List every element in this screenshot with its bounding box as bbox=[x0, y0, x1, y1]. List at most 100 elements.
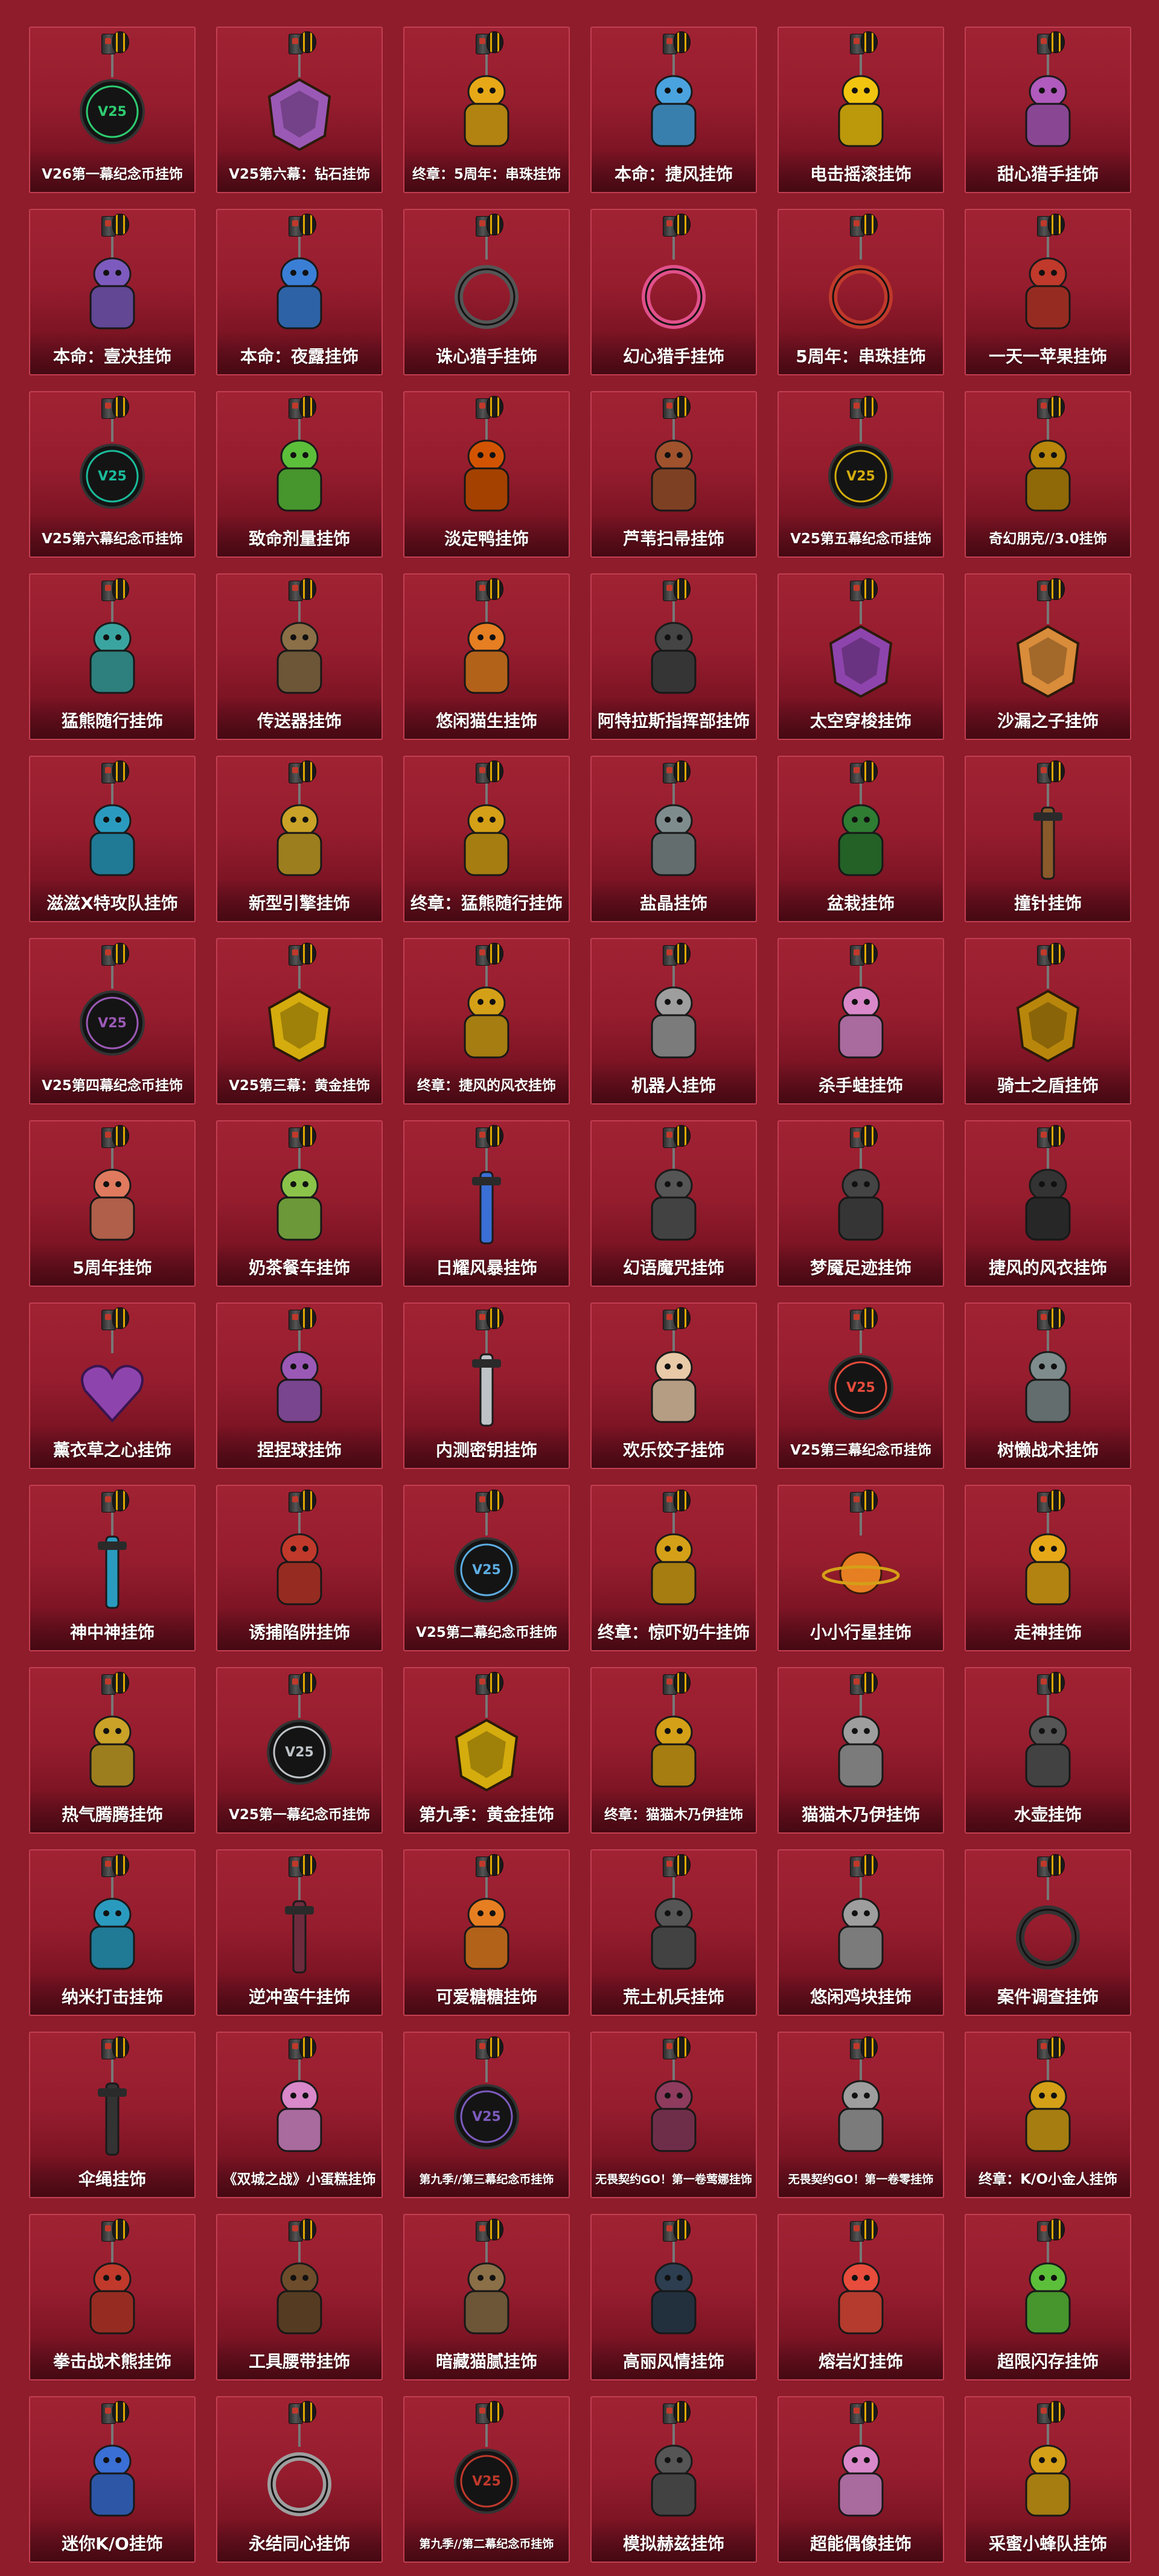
charm-card[interactable]: 荒土机兵挂饰 bbox=[590, 1849, 757, 2016]
ring-icon bbox=[217, 2424, 382, 2527]
charm-card[interactable]: 5周年：串珠挂饰 bbox=[777, 209, 944, 375]
charm-card[interactable]: 5周年挂饰 bbox=[29, 1120, 196, 1287]
charm-card[interactable]: V25第六幕：钻石挂饰 bbox=[216, 27, 383, 193]
charm-card[interactable]: 芦苇扫帚挂饰 bbox=[590, 391, 757, 558]
charm-card[interactable]: V25 第九季//第二幕纪念币挂饰 bbox=[403, 2396, 570, 2563]
charm-card[interactable]: 终章：捷风的风衣挂饰 bbox=[403, 938, 570, 1105]
charm-label: 终章：惊吓奶牛挂饰 bbox=[597, 1622, 750, 1642]
charm-card[interactable]: 小小行星挂饰 bbox=[777, 1485, 944, 1651]
charm-card[interactable]: 盆栽挂饰 bbox=[777, 756, 944, 922]
charm-card[interactable]: 超限闪存挂饰 bbox=[965, 2214, 1131, 2380]
charm-card[interactable]: 《双城之战》小蛋糕挂饰 bbox=[216, 2032, 383, 2198]
charm-card[interactable]: 纳米打击挂饰 bbox=[29, 1849, 196, 2016]
charm-card[interactable]: 迷你K/O挂饰 bbox=[29, 2396, 196, 2563]
charm-card[interactable]: 内测密钥挂饰 bbox=[403, 1302, 570, 1469]
charm-card[interactable]: 悠闲猫生挂饰 bbox=[403, 573, 570, 740]
charm-card[interactable]: 甜心猎手挂饰 bbox=[965, 27, 1131, 193]
charm-label: 梦魇足迹挂饰 bbox=[809, 1258, 912, 1278]
charm-card[interactable]: 奶茶餐车挂饰 bbox=[216, 1120, 383, 1287]
charm-card[interactable]: 阿特拉斯指挥部挂饰 bbox=[590, 573, 757, 740]
charm-card[interactable]: 盐晶挂饰 bbox=[590, 756, 757, 922]
svg-text:V25: V25 bbox=[98, 1016, 127, 1031]
charm-card[interactable]: 幻语魔咒挂饰 bbox=[590, 1120, 757, 1287]
charm-card[interactable]: 猛熊随行挂饰 bbox=[29, 573, 196, 740]
frying-pan-icon bbox=[30, 1695, 194, 1797]
charm-card[interactable]: 本命：壹决挂饰 bbox=[29, 209, 196, 375]
charm-card[interactable]: 神中神挂饰 bbox=[29, 1485, 196, 1651]
charm-card[interactable]: 欢乐饺子挂饰 bbox=[590, 1302, 757, 1469]
charm-card[interactable]: 新型引擎挂饰 bbox=[216, 756, 383, 922]
charm-card[interactable]: 工具腰带挂饰 bbox=[216, 2214, 383, 2380]
helmet-icon bbox=[966, 419, 1130, 521]
charm-card[interactable]: 骑士之盾挂饰 bbox=[965, 938, 1131, 1105]
charm-card[interactable]: 无畏契约GO！第一卷零挂饰 bbox=[777, 2032, 944, 2198]
charm-card[interactable]: 捏捏球挂饰 bbox=[216, 1302, 383, 1469]
apple-icon bbox=[966, 237, 1130, 339]
charm-card[interactable]: 模拟赫兹挂饰 bbox=[590, 2396, 757, 2563]
charm-card[interactable]: 日耀风暴挂饰 bbox=[403, 1120, 570, 1287]
charm-card[interactable]: 终章：K/O小金人挂饰 bbox=[965, 2032, 1131, 2198]
charm-card[interactable]: 致命剂量挂饰 bbox=[216, 391, 383, 558]
charm-card[interactable]: 终章：猫猫木乃伊挂饰 bbox=[590, 1667, 757, 1834]
backpack-icon bbox=[966, 54, 1130, 157]
charm-card[interactable]: 可爱糖糖挂饰 bbox=[403, 1849, 570, 2016]
charm-card[interactable]: 逆冲蛮牛挂饰 bbox=[216, 1849, 383, 2016]
charm-card[interactable]: 本命：捷风挂饰 bbox=[590, 27, 757, 193]
charm-card[interactable]: V25 V25第六幕纪念币挂饰 bbox=[29, 391, 196, 558]
charm-card[interactable]: 热气腾腾挂饰 bbox=[29, 1667, 196, 1834]
charm-label: 传送器挂饰 bbox=[257, 711, 342, 731]
charm-card[interactable]: 捷风的风衣挂饰 bbox=[965, 1120, 1131, 1287]
charm-card[interactable]: 诛心猎手挂饰 bbox=[403, 209, 570, 375]
charm-card[interactable]: 沙漏之子挂饰 bbox=[965, 573, 1131, 740]
charm-card[interactable]: 传送器挂饰 bbox=[216, 573, 383, 740]
charm-card[interactable]: 高丽风情挂饰 bbox=[590, 2214, 757, 2380]
charm-card[interactable]: 猫猫木乃伊挂饰 bbox=[777, 1667, 944, 1834]
charm-card[interactable]: 超能偶像挂饰 bbox=[777, 2396, 944, 2563]
charm-label: V25第二幕纪念币挂饰 bbox=[416, 1625, 557, 1640]
charm-card[interactable]: 梦魇足迹挂饰 bbox=[777, 1120, 944, 1287]
teleporter-icon bbox=[217, 601, 382, 704]
charm-card[interactable]: V25 V25第二幕纪念币挂饰 bbox=[403, 1485, 570, 1651]
charm-card[interactable]: 第九季：黄金挂饰 bbox=[403, 1667, 570, 1834]
charm-card[interactable]: 杀手蛙挂饰 bbox=[777, 938, 944, 1105]
charm-card[interactable]: 薰衣草之心挂饰 bbox=[29, 1302, 196, 1469]
charm-card[interactable]: 伞绳挂饰 bbox=[29, 2032, 196, 2198]
charm-card[interactable]: 熔岩灯挂饰 bbox=[777, 2214, 944, 2380]
charm-card[interactable]: 树懒战术挂饰 bbox=[965, 1302, 1131, 1469]
charm-card[interactable]: 案件调查挂饰 bbox=[965, 1849, 1131, 2016]
charm-card[interactable]: 滋滋X特攻队挂饰 bbox=[29, 756, 196, 922]
svg-text:V25: V25 bbox=[472, 2474, 501, 2489]
charm-card[interactable]: 幻心猎手挂饰 bbox=[590, 209, 757, 375]
charm-card[interactable]: V25 V25第五幕纪念币挂饰 bbox=[777, 391, 944, 558]
charm-card[interactable]: 走神挂饰 bbox=[965, 1485, 1131, 1651]
charm-card[interactable]: 终章：猛熊随行挂饰 bbox=[403, 756, 570, 922]
charm-card[interactable]: 本命：夜露挂饰 bbox=[216, 209, 383, 375]
sword-icon bbox=[30, 1513, 194, 1615]
charm-card[interactable]: 永结同心挂饰 bbox=[216, 2396, 383, 2563]
charm-card[interactable]: V25 V25第三幕纪念币挂饰 bbox=[777, 1302, 944, 1469]
charm-card[interactable]: 撞针挂饰 bbox=[965, 756, 1131, 922]
charm-card[interactable]: 悠闲鸡块挂饰 bbox=[777, 1849, 944, 2016]
charm-card[interactable]: V25 V25第四幕纪念币挂饰 bbox=[29, 938, 196, 1105]
charm-card[interactable]: V25 第九季//第三幕纪念币挂饰 bbox=[403, 2032, 570, 2198]
charm-label: 工具腰带挂饰 bbox=[248, 2351, 350, 2371]
charm-card[interactable]: 水壶挂饰 bbox=[965, 1667, 1131, 1834]
charm-card[interactable]: V25第三幕：黄金挂饰 bbox=[216, 938, 383, 1105]
charm-card[interactable]: 终章：惊吓奶牛挂饰 bbox=[590, 1485, 757, 1651]
charm-card[interactable]: V25 V26第一幕纪念币挂饰 bbox=[29, 27, 196, 193]
charm-card[interactable]: 拳击战术熊挂饰 bbox=[29, 2214, 196, 2380]
charm-card[interactable]: 奇幻朋克//3.0挂饰 bbox=[965, 391, 1131, 558]
charm-card[interactable]: 电击摇滚挂饰 bbox=[777, 27, 944, 193]
charm-card[interactable]: 机器人挂饰 bbox=[590, 938, 757, 1105]
charm-card[interactable]: 终章：5周年：串珠挂饰 bbox=[403, 27, 570, 193]
charm-card[interactable]: 无畏契约GO！第一卷莺娜挂饰 bbox=[590, 2032, 757, 2198]
charm-card[interactable]: 诱捕陷阱挂饰 bbox=[216, 1485, 383, 1651]
charm-card[interactable]: 采蜜小蜂队挂饰 bbox=[965, 2396, 1131, 2563]
charm-card[interactable]: 太空穿梭挂饰 bbox=[777, 573, 944, 740]
charm-card[interactable]: 暗藏猫腻挂饰 bbox=[403, 2214, 570, 2380]
charm-label: 电击摇滚挂饰 bbox=[809, 164, 912, 184]
charm-card[interactable]: 淡定鸭挂饰 bbox=[403, 391, 570, 558]
charm-label: 可爱糖糖挂饰 bbox=[435, 1987, 537, 2007]
charm-card[interactable]: V25 V25第一幕纪念币挂饰 bbox=[216, 1667, 383, 1834]
charm-card[interactable]: 一天一苹果挂饰 bbox=[965, 209, 1131, 375]
